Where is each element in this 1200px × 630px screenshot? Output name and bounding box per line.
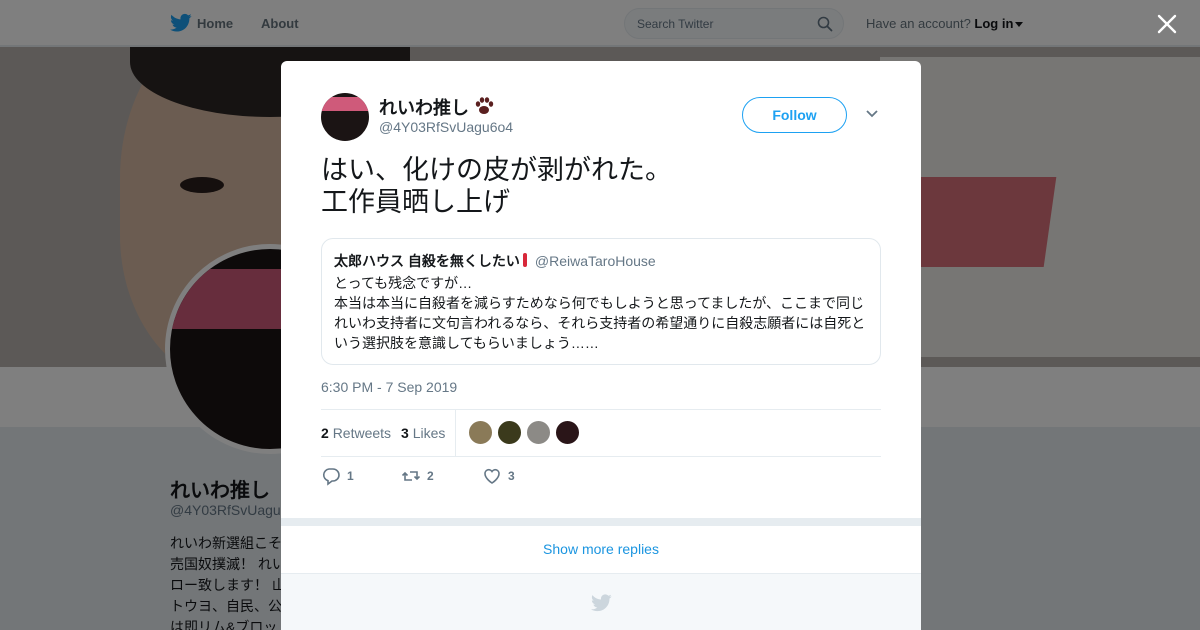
liker-avatar[interactable] [497,420,522,445]
close-icon[interactable] [1156,13,1178,35]
quoted-tweet-header: 太郎ハウス 自殺を無くしたい @ReiwaTaroHouse [334,251,868,271]
liker-avatar[interactable] [526,420,551,445]
tweet-modal: れいわ推し @4Y03RfSvUagu6o4 Follow はい、化けの皮が剥が… [281,61,921,630]
retweet-icon [401,471,421,481]
like-button[interactable]: 3 [482,466,515,490]
tweet-stats: 2 Retweets 3 Likes [321,409,881,457]
follow-button[interactable]: Follow [742,97,847,133]
quoted-line: れいわ支持者に文句言われるなら、それら支持者の希望通りに自殺志願者には自死と [334,315,866,331]
tweet-text: はい、化けの皮が剥がれた。 工作員晒し上げ [321,154,672,218]
tweet-timestamp[interactable]: 6:30 PM - 7 Sep 2019 [321,379,457,395]
author-avatar[interactable] [321,93,369,141]
retweets-label: Retweets [332,425,392,441]
retweets-stat[interactable]: 2 Retweets [321,425,391,441]
likes-stat[interactable]: 3 Likes [401,425,445,441]
likes-count: 3 [401,425,409,441]
reply-button[interactable]: 1 [321,466,354,490]
section-separator [281,518,921,526]
author-name[interactable]: れいわ推し [379,94,495,120]
stats-divider [455,410,456,456]
quoted-tweet-body: とっても残念ですが… 本当は本当に自殺者を減らすためなら何でもしようと思ってまし… [334,273,868,353]
quoted-author-handle: @ReiwaTaroHouse [534,253,656,269]
liker-avatar[interactable] [555,420,580,445]
author-name-text: れいわ推し [379,98,469,118]
tweet-text-line: 工作員晒し上げ [321,187,510,217]
quoted-author-name: 太郎ハウス 自殺を無くしたい [334,253,520,269]
quoted-line: とっても残念ですが… [334,275,473,291]
show-more-replies-link[interactable]: Show more replies [281,526,921,573]
modal-footer [281,573,921,630]
quoted-line: 本当は本当に自殺者を減らすためなら何でもしようと思ってましたが、ここまで同じ [334,295,865,311]
author-handle[interactable]: @4Y03RfSvUagu6o4 [379,119,513,135]
reply-count: 1 [347,469,354,483]
twitter-bird-icon [591,594,612,612]
quoted-tweet[interactable]: 太郎ハウス 自殺を無くしたい @ReiwaTaroHouse とっても残念ですが…… [321,238,881,365]
exclamation-icon [522,253,527,267]
heart-icon [484,468,500,484]
chevron-down-icon[interactable] [865,109,879,119]
retweet-button[interactable]: 2 [401,466,434,490]
liker-avatar[interactable] [468,420,493,445]
quoted-line: いう選択肢を意識してもらいましょう…… [334,335,599,351]
like-count: 3 [508,469,515,483]
avatar-stripe [321,97,369,111]
tweet-text-line: はい、化けの皮が剥がれた。 [321,155,672,185]
retweets-count: 2 [321,425,329,441]
retweet-count: 2 [427,469,434,483]
likes-label: Likes [412,425,446,441]
reply-icon [322,468,340,486]
paw-icon [475,97,494,114]
